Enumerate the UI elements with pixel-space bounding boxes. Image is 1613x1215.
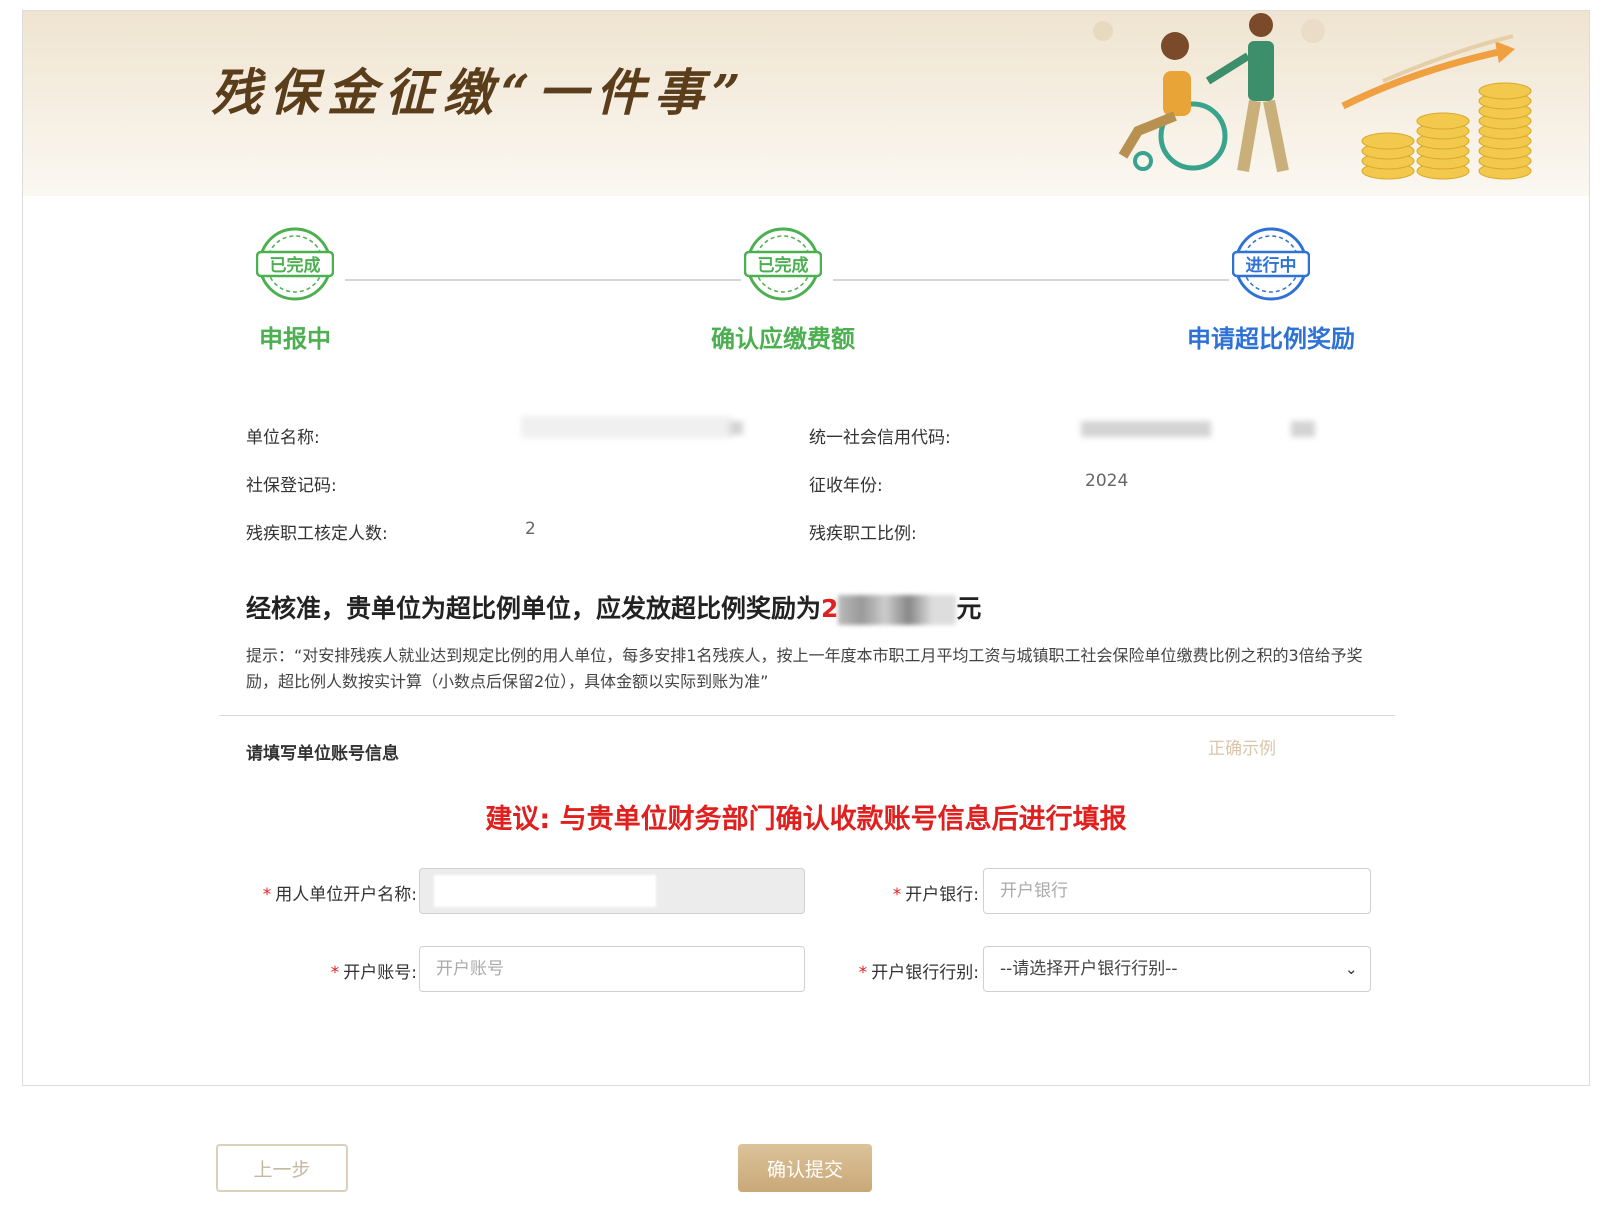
bank-label: * 开户银行: xyxy=(892,885,979,905)
step-label: 申报中 xyxy=(259,325,331,353)
suggestion-text: 建议: 与贵单位财务部门确认收款账号信息后进行填报 xyxy=(485,804,1127,835)
account-name-redacted xyxy=(434,875,656,907)
coin-stack-icon xyxy=(1361,82,1532,180)
credit-code-label: 统一社会信用代码: xyxy=(809,428,951,448)
account-name-field[interactable] xyxy=(419,868,805,914)
credit-code-redacted xyxy=(1291,421,1315,437)
unit-name-label: 单位名称: xyxy=(246,428,320,448)
ratio-label: 残疾职工比例: xyxy=(809,524,917,544)
account-no-label: * 开户账号: xyxy=(330,963,417,983)
in-progress-stamp-icon: 进行中 xyxy=(1231,227,1311,301)
unit-name-redacted xyxy=(729,421,743,435)
step-confirm-fee: 已完成 确认应缴费额 xyxy=(663,225,903,354)
example-link[interactable]: 正确示例 xyxy=(1208,734,1276,759)
step-declaring: 已完成 申报中 xyxy=(175,225,415,354)
bank-type-label: * 开户银行行别: xyxy=(858,963,979,983)
reward-hint: 提示：“对安排残疾人就业达到规定比例的用人单位，每多安排1名残疾人，按上一年度本… xyxy=(246,646,1363,691)
approved-count-label: 残疾职工核定人数: xyxy=(246,524,388,544)
step-badge-text: 已完成 xyxy=(270,255,321,276)
section-title: 请填写单位账号信息 xyxy=(246,744,399,764)
bank-type-select[interactable]: --请选择开户银行行别-- xyxy=(983,946,1371,992)
step-label: 确认应缴费额 xyxy=(711,325,855,353)
social-reg-label: 社保登记码: xyxy=(246,476,337,496)
wheelchair-person-icon xyxy=(1118,13,1289,173)
required-mark: * xyxy=(858,963,868,983)
reward-amount: 2 xyxy=(821,594,839,623)
main-panel: 残保金征缴“一件事” 已完成 申报中 已完成 确认应缴费额 进行中 申请超比例奖… xyxy=(22,10,1590,1086)
year-label: 征收年份: xyxy=(809,476,883,496)
required-mark: * xyxy=(262,885,272,905)
account-no-input[interactable] xyxy=(419,946,805,992)
page-title: 残保金征缴“一件事” xyxy=(211,63,749,122)
summary-text: 经核准，贵单位为超比例单位，应发放超比例奖励为 xyxy=(246,594,822,623)
reward-summary: 经核准，贵单位为超比例单位，应发放超比例奖励为2 元 xyxy=(246,589,981,625)
credit-code-redacted xyxy=(1081,421,1211,437)
confirm-submit-button[interactable]: 确认提交 xyxy=(738,1144,872,1192)
unit-name-redacted xyxy=(521,416,731,438)
bank-input[interactable] xyxy=(983,868,1371,914)
step-badge-text: 进行中 xyxy=(1246,255,1297,276)
required-mark: * xyxy=(330,963,340,983)
divider xyxy=(219,715,1395,716)
year-value: 2024 xyxy=(1085,471,1129,491)
currency-unit: 元 xyxy=(956,594,982,623)
step-badge-text: 已完成 xyxy=(758,255,809,276)
approved-count-value: 2 xyxy=(525,519,536,539)
required-mark: * xyxy=(892,885,902,905)
reward-amount-redacted xyxy=(838,595,957,625)
step-apply-reward: 进行中 申请超比例奖励 xyxy=(1151,225,1391,354)
prev-step-button[interactable]: 上一步 xyxy=(216,1144,348,1192)
header-banner: 残保金征缴“一件事” xyxy=(23,11,1589,196)
account-name-label: * 用人单位开户名称: xyxy=(262,885,417,905)
completed-stamp-icon: 已完成 xyxy=(743,227,823,301)
banner-illustration xyxy=(1093,13,1532,180)
step-label: 申请超比例奖励 xyxy=(1187,325,1355,353)
completed-stamp-icon: 已完成 xyxy=(255,227,335,301)
